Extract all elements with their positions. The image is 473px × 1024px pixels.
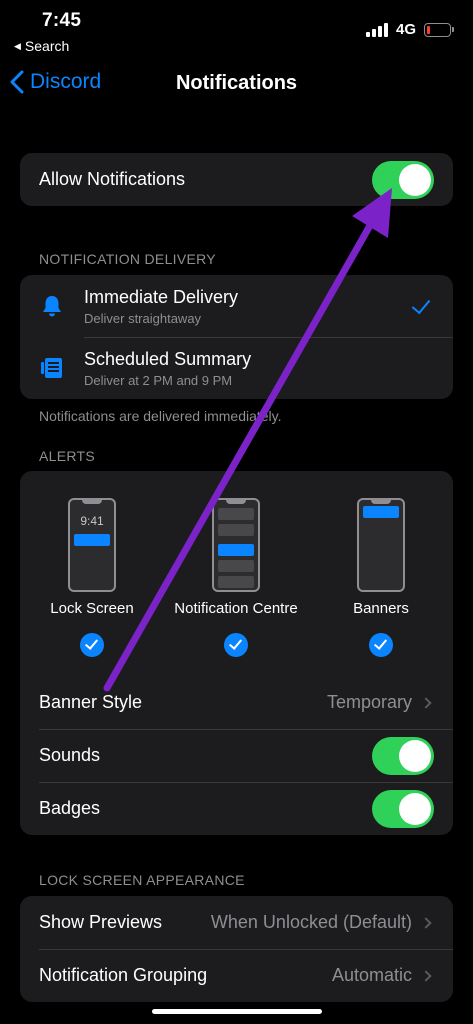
notification-grouping-row[interactable]: Notification Grouping Automatic: [20, 949, 453, 1002]
sounds-label: Sounds: [39, 745, 101, 765]
lock-screen-appearance-group: Show Previews When Unlocked (Default) No…: [20, 896, 453, 1002]
notification-centre-checkmark-icon[interactable]: [224, 633, 248, 657]
alerts-group: 9:41 Lock Screen Notification Centre Ban…: [20, 471, 453, 835]
lock-screen-appearance-header: LOCK SCREEN APPEARANCE: [39, 872, 245, 888]
delivery-footer-note: Notifications are delivered immediately.: [39, 408, 282, 424]
banners-checkmark-icon[interactable]: [369, 633, 393, 657]
scheduled-summary-title: Scheduled Summary: [84, 348, 252, 369]
notification-delivery-group: Immediate Delivery Deliver straightaway …: [20, 275, 453, 399]
navigation-bar: Discord Notifications: [0, 62, 473, 106]
cellular-signal-icon: [365, 22, 388, 37]
alert-style-options: 9:41 Lock Screen Notification Centre Ban…: [20, 471, 453, 676]
page-title: Notifications: [175, 72, 298, 94]
status-indicators: 4G: [365, 21, 454, 38]
lock-screen-preview: 9:41: [68, 498, 116, 592]
back-app-label: Search: [24, 38, 70, 54]
lock-screen-option[interactable]: 9:41 Lock Screen: [22, 471, 162, 657]
notification-grouping-label: Notification Grouping: [39, 965, 208, 985]
back-to-app-link[interactable]: ◀ Search: [14, 38, 69, 54]
preview-clock: 9:41: [80, 514, 104, 528]
sounds-row: Sounds: [20, 729, 453, 782]
scheduled-summary-option[interactable]: Scheduled Summary Deliver at 2 PM and 9 …: [20, 337, 453, 399]
home-indicator[interactable]: [152, 1009, 322, 1014]
notification-centre-preview: [212, 498, 260, 592]
notification-centre-option[interactable]: Notification Centre: [166, 471, 306, 657]
allow-notifications-toggle[interactable]: [372, 160, 434, 199]
badges-label: Badges: [39, 798, 101, 818]
notification-centre-label: Notification Centre: [174, 600, 298, 617]
banners-preview: [357, 498, 405, 592]
back-triangle-icon: ◀: [14, 40, 21, 51]
lock-screen-checkmark-icon[interactable]: [80, 633, 104, 657]
notification-delivery-header: NOTIFICATION DELIVERY: [39, 251, 216, 267]
sounds-toggle[interactable]: [372, 736, 434, 775]
allow-notifications-row: Allow Notifications: [20, 153, 453, 206]
bell-icon: [39, 293, 65, 319]
badges-toggle[interactable]: [372, 789, 434, 828]
immediate-delivery-subtitle: Deliver straightaway: [84, 310, 202, 326]
show-previews-row[interactable]: Show Previews When Unlocked (Default): [20, 896, 453, 949]
banner-style-label: Banner Style: [39, 692, 143, 712]
badges-row: Badges: [20, 782, 453, 835]
banner-style-row[interactable]: Banner Style Temporary: [20, 676, 453, 729]
status-bar: 7:45 ◀ Search 4G: [0, 0, 473, 60]
banner-style-value: Temporary: [326, 692, 412, 712]
lock-screen-label: Lock Screen: [50, 600, 134, 617]
banners-option[interactable]: Banners: [311, 471, 451, 657]
status-time: 7:45: [42, 10, 82, 31]
chevron-right-icon: [420, 916, 432, 929]
allow-notifications-label: Allow Notifications: [39, 169, 186, 189]
chevron-right-icon: [420, 969, 432, 982]
show-previews-label: Show Previews: [39, 912, 163, 932]
notification-grouping-value: Automatic: [331, 965, 412, 985]
chevron-right-icon: [420, 696, 432, 709]
scheduled-summary-subtitle: Deliver at 2 PM and 9 PM: [84, 372, 233, 388]
network-type: 4G: [395, 21, 416, 38]
show-previews-value: When Unlocked (Default): [210, 912, 412, 932]
battery-icon: [424, 22, 454, 37]
immediate-delivery-title: Immediate Delivery: [84, 286, 239, 307]
banners-label: Banners: [353, 600, 409, 617]
allow-notifications-group: Allow Notifications: [20, 153, 453, 206]
summary-icon: [39, 355, 65, 381]
immediate-delivery-option[interactable]: Immediate Delivery Deliver straightaway: [20, 275, 453, 337]
alerts-header: ALERTS: [39, 448, 96, 464]
